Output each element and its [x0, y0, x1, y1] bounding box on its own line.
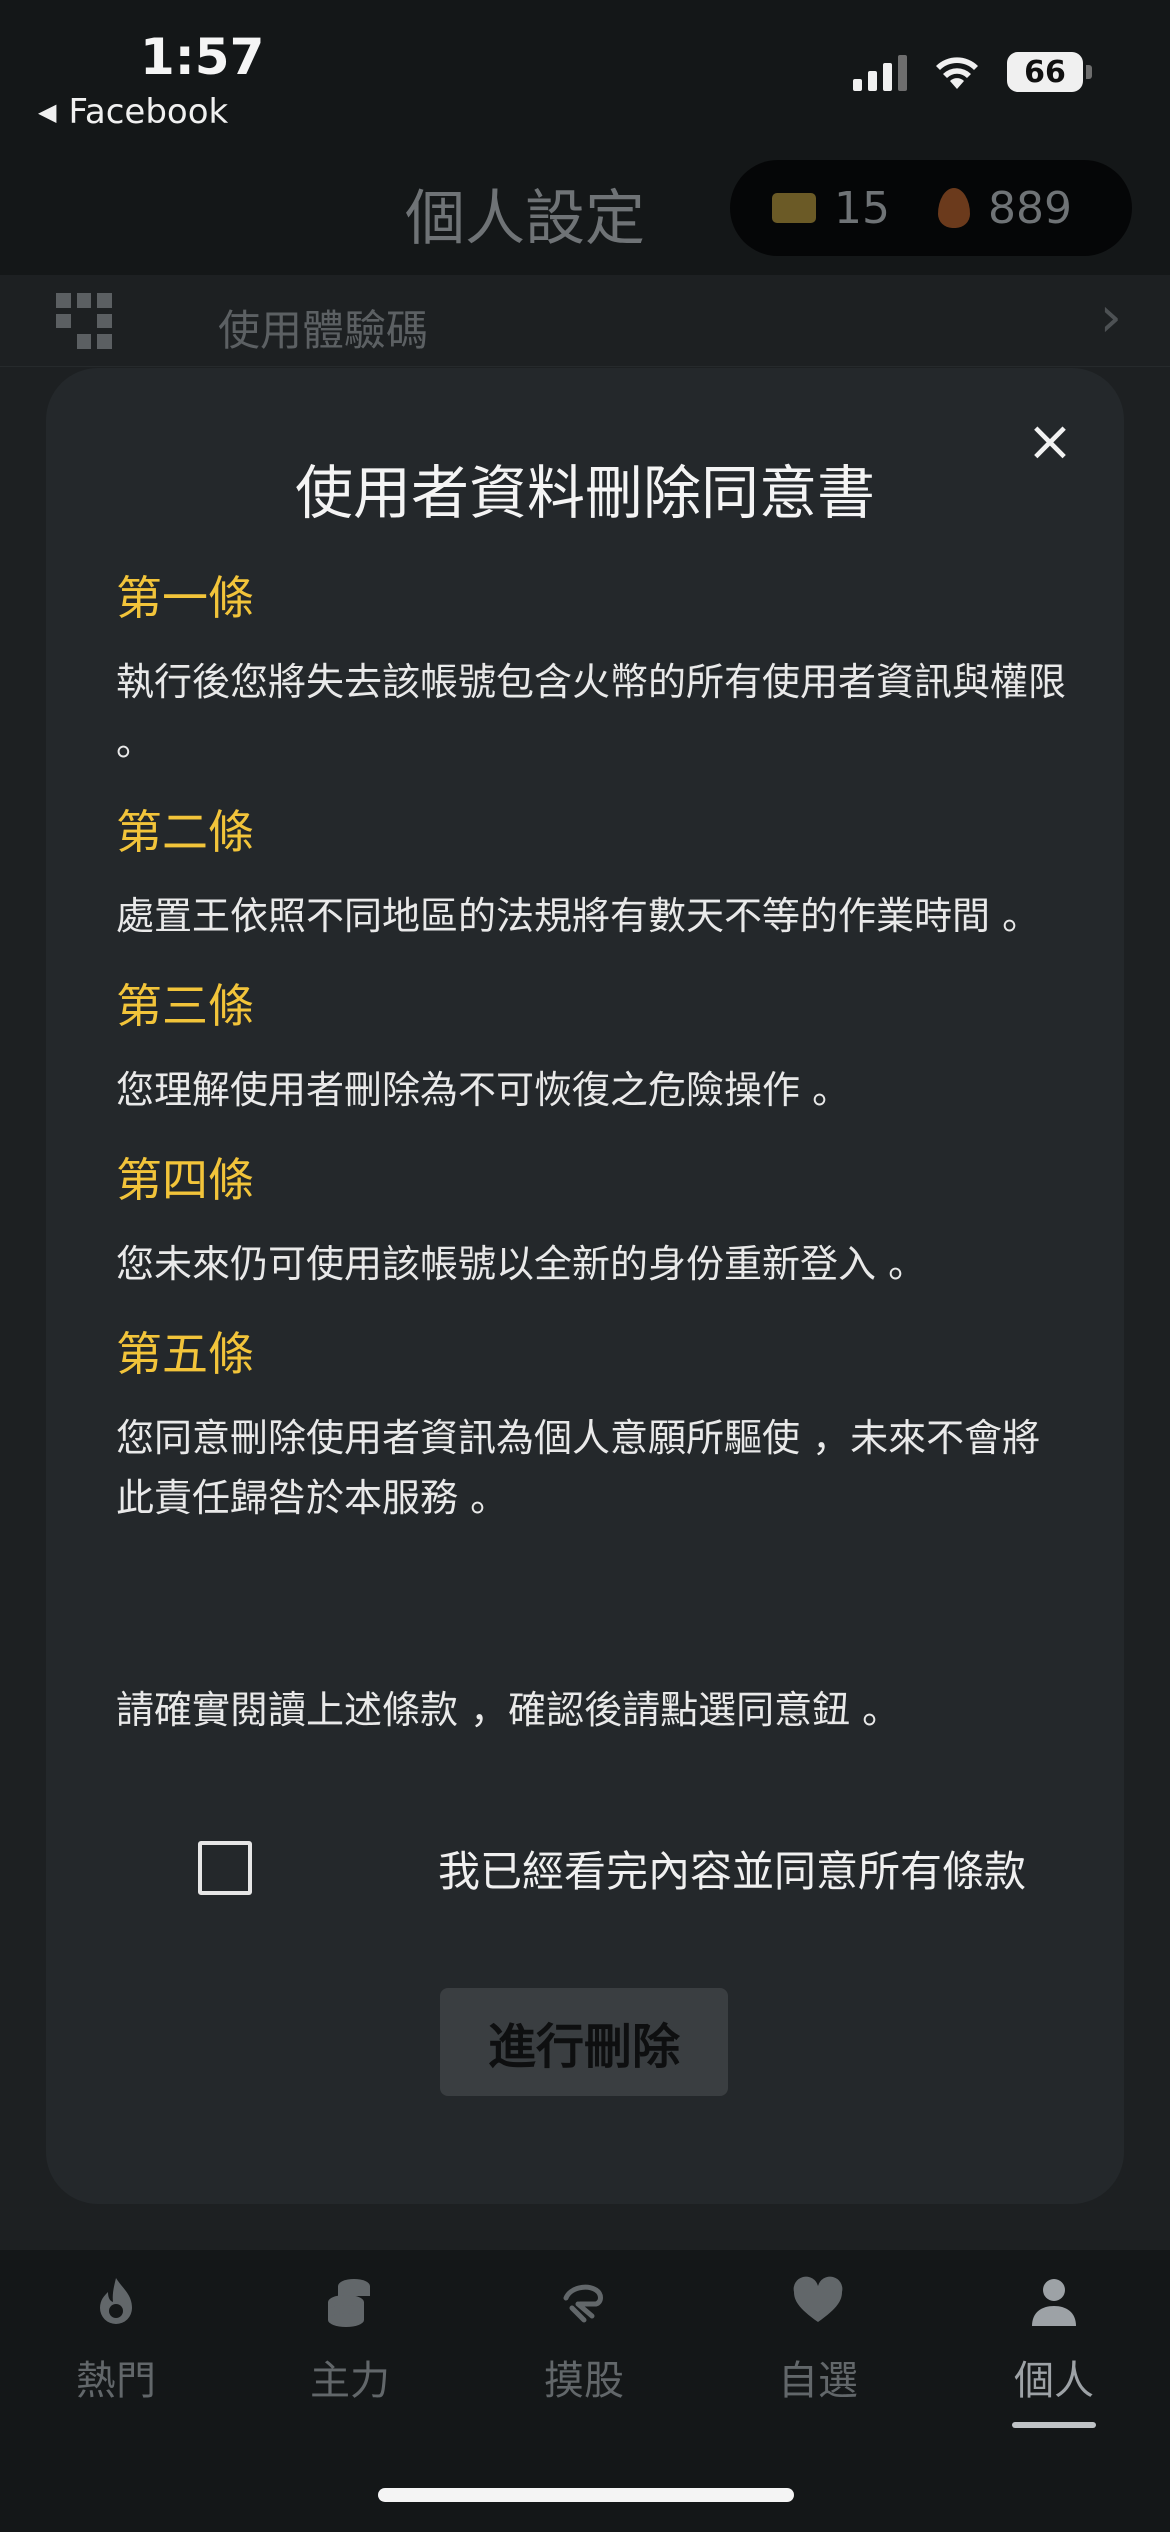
clause-title: 第三條	[116, 979, 254, 1033]
clause-2: 第二條 處置王依照不同地區的法規將有數天不等的作業時間 。	[116, 802, 1066, 946]
clause-title: 第四條	[116, 1153, 254, 1207]
tab-main-force[interactable]: 主力	[260, 2274, 440, 2406]
tickets-count: 15	[834, 182, 890, 234]
clause-body: 執行後您將失去該帳號包含火幣的所有使用者資訊與權限 。	[116, 660, 1067, 764]
clause-body: 您未來仍可使用該帳號以全新的身份重新登入 。	[116, 1242, 927, 1286]
tab-label: 個人	[1014, 2358, 1094, 2404]
clause-body: 您理解使用者刪除為不可恢復之危險操作 。	[116, 1068, 851, 1112]
status-indicators: 66	[853, 52, 1092, 92]
consent-modal: × 使用者資料刪除同意書 第一條 執行後您將失去該帳號包含火幣的所有使用者資訊與…	[46, 368, 1124, 2204]
clause-4: 第四條 您未來仍可使用該帳號以全新的身份重新登入 。	[116, 1150, 1066, 1294]
tab-label: 自選	[778, 2358, 858, 2404]
confirm-note: 請確實閱讀上述條款 ，確認後請點選同意鈕 。	[116, 1688, 901, 1732]
clause-title: 第一條	[116, 571, 254, 625]
fire-coins-count: 889	[988, 182, 1072, 234]
clause-title: 第二條	[116, 805, 254, 859]
heart-icon	[793, 2276, 843, 2322]
active-tab-indicator	[1012, 2422, 1096, 2428]
back-to-app-link[interactable]: ◀ Facebook	[38, 92, 228, 132]
hand-icon	[563, 2284, 603, 2323]
person-icon	[1032, 2279, 1076, 2326]
clause-5: 第五條 您同意刪除使用者資訊為個人意願所驅使 ，未來不會將此責任歸咎於本服務 。	[116, 1324, 1066, 1528]
status-time: 1:57	[140, 28, 265, 86]
tab-watchlist[interactable]: 自選	[728, 2274, 908, 2406]
clause-list: 第一條 執行後您將失去該帳號包含火幣的所有使用者資訊與權限 。 第二條 處置王依…	[116, 568, 1066, 1558]
wallet-pill[interactable]: 15 889	[730, 160, 1132, 256]
tab-label: 摸股	[544, 2358, 624, 2404]
ticket-icon	[772, 193, 816, 223]
battery-icon: 66	[1007, 52, 1092, 92]
back-triangle-icon: ◀	[38, 98, 57, 126]
fire-coin-icon	[938, 188, 970, 228]
wifi-icon	[936, 57, 978, 89]
clause-body: 您同意刪除使用者資訊為個人意願所驅使 ，未來不會將此責任歸咎於本服務 。	[116, 1416, 1041, 1520]
back-app-label: Facebook	[68, 92, 229, 132]
clause-body: 處置王依照不同地區的法規將有數天不等的作業時間 。	[116, 894, 1041, 938]
tab-touch-stock[interactable]: 摸股	[494, 2274, 674, 2406]
settings-row-label: 使用體驗碼	[218, 306, 429, 355]
clause-3: 第三條 您理解使用者刪除為不可恢復之危險操作 。	[116, 976, 1066, 1120]
agree-row[interactable]: 我已經看完內容並同意所有條款	[198, 1838, 1058, 1898]
cellular-signal-icon	[853, 53, 907, 91]
settings-row-experience-code[interactable]: 使用體驗碼 ›	[0, 275, 1170, 367]
tab-hot[interactable]: 熱門	[26, 2274, 206, 2406]
screen: 1:57 ◀ Facebook 66 個人設定 15 889 使用體驗碼 › ×…	[0, 0, 1170, 2532]
coins-stack-icon	[328, 2279, 370, 2327]
modal-title: 使用者資料刪除同意書	[294, 459, 875, 527]
agree-checkbox[interactable]	[198, 1841, 252, 1895]
tab-label: 主力	[310, 2358, 390, 2404]
delete-account-button[interactable]: 進行刪除	[440, 1988, 728, 2096]
home-indicator[interactable]	[378, 2488, 794, 2502]
qr-code-icon	[56, 293, 112, 349]
tab-label: 熱門	[76, 2358, 156, 2404]
clause-title: 第五條	[116, 1327, 254, 1381]
clause-1: 第一條 執行後您將失去該帳號包含火幣的所有使用者資訊與權限 。	[116, 568, 1066, 772]
tab-personal[interactable]: 個人	[964, 2274, 1144, 2406]
battery-level: 66	[1007, 52, 1083, 92]
flame-icon	[100, 2278, 132, 2324]
chevron-right-icon: ›	[1099, 285, 1122, 350]
agree-label[interactable]: 我已經看完內容並同意所有條款	[438, 1838, 1026, 1899]
